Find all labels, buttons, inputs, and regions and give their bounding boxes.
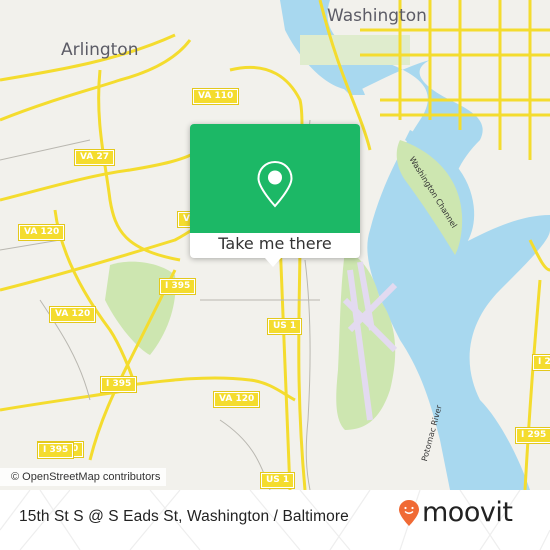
- route-shield-i395: I 395: [99, 376, 138, 393]
- popup-header: [190, 124, 360, 233]
- city-label-washington: Washington: [327, 6, 427, 26]
- route-shield-va27: VA 27: [74, 149, 115, 166]
- moovit-pin-icon: [399, 499, 419, 526]
- route-shield-us1: US 1: [266, 318, 303, 335]
- city-label-arlington: Arlington: [61, 40, 139, 60]
- stop-title: 15th St S @ S Eads St, Washington / Balt…: [19, 508, 349, 525]
- route-shield-i395: I 395: [158, 278, 197, 295]
- route-shield-va120: VA 120: [17, 224, 66, 241]
- route-shield-va110: VA 110: [191, 88, 240, 105]
- route-shield-i295: I 295: [531, 354, 550, 371]
- location-pin-icon: [257, 160, 293, 208]
- footer-bar: 15th St S @ S Eads St, Washington / Balt…: [0, 490, 550, 550]
- map[interactable]: Washington Arlington VA 110 VA 27 VA 120…: [0, 0, 550, 490]
- route-shield-us1: US 1: [259, 472, 296, 489]
- route-shield-va120: VA 120: [48, 306, 97, 323]
- map-attribution[interactable]: © OpenStreetMap contributors: [0, 468, 167, 486]
- moovit-logo[interactable]: moovit: [398, 497, 513, 528]
- location-popup: Take me there: [190, 124, 360, 267]
- moovit-wordmark: moovit: [422, 497, 513, 528]
- popup-pointer: [265, 258, 281, 267]
- route-shield-i395: I 395: [36, 442, 75, 459]
- route-shield-i295: I 295: [514, 427, 550, 444]
- route-shield-va120: VA 120: [212, 391, 261, 408]
- national-mall: [300, 35, 410, 65]
- take-me-there-button[interactable]: Take me there: [190, 233, 360, 258]
